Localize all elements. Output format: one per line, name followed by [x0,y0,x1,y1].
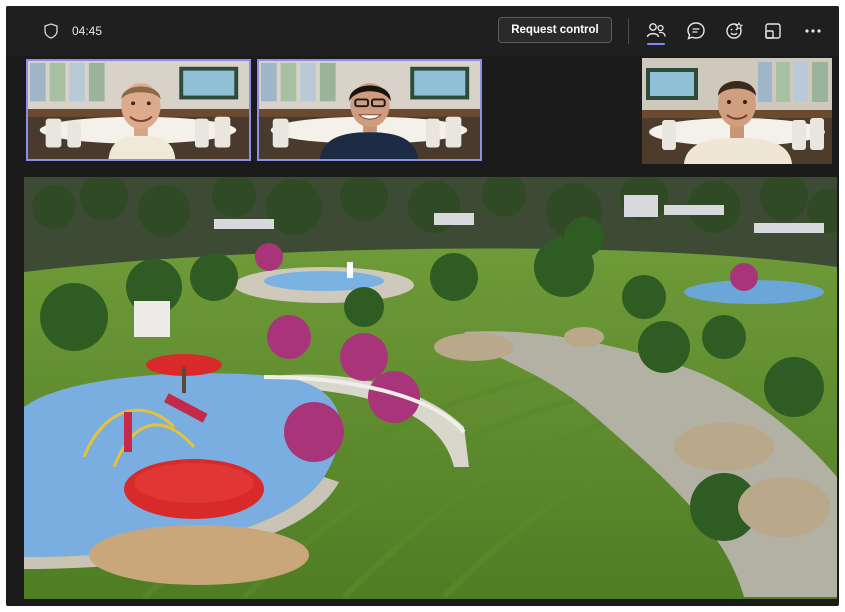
participant-video-tile[interactable] [642,58,832,164]
reactions-icon[interactable] [724,20,746,42]
park-rendering-image [24,177,837,599]
meeting-timer: 04:45 [72,24,103,38]
people-icon[interactable] [645,20,667,42]
shield-icon [44,23,58,39]
participant-video-tile[interactable] [26,59,251,161]
participant-video-feed [259,61,480,159]
share-screen-icon[interactable] [762,20,784,42]
meeting-window: 04:45 Request control [6,6,839,606]
participant-video-feed [28,61,249,159]
toolbar-divider [628,18,629,44]
chat-icon[interactable] [685,20,707,42]
shared-screen [24,177,837,599]
participant-video-tile[interactable] [257,59,482,161]
meeting-toolbar: 04:45 Request control [6,6,839,56]
participant-video-feed [642,58,832,164]
request-control-button[interactable]: Request control [498,17,612,43]
active-tab-indicator [647,43,665,45]
more-icon[interactable] [802,20,824,42]
